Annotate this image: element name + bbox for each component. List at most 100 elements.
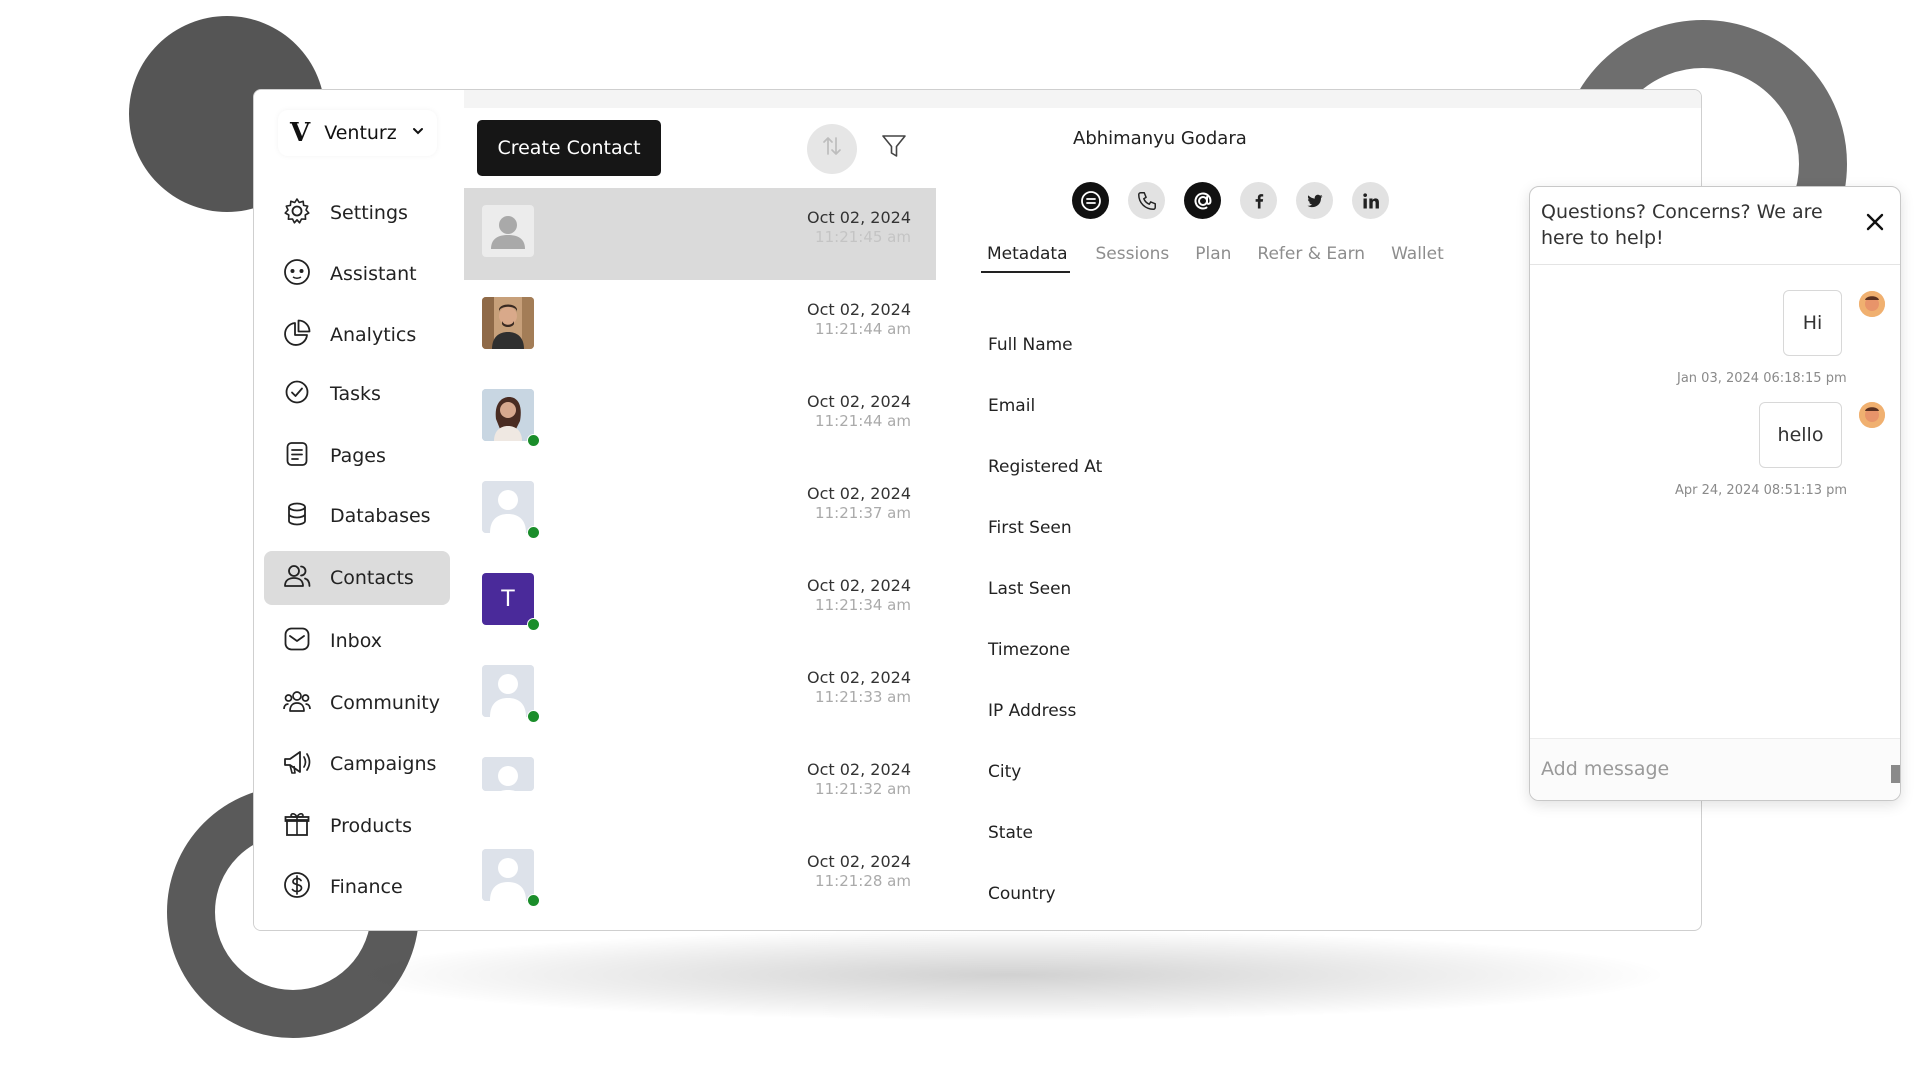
- contact-row[interactable]: Oct 02, 2024 11:21:33 am: [464, 648, 936, 740]
- contact-row[interactable]: T Oct 02, 2024 11:21:34 am: [464, 556, 936, 648]
- contact-date: Oct 02, 2024: [807, 392, 911, 411]
- linkedin-icon[interactable]: [1352, 182, 1389, 219]
- sidebar-item-tasks[interactable]: Tasks: [264, 367, 450, 421]
- megaphone-icon: [282, 747, 312, 782]
- field-label: City: [988, 762, 1022, 782]
- chat-title: Questions? Concerns? We are here to help…: [1541, 201, 1823, 249]
- online-status-dot: [527, 526, 540, 539]
- tab-metadata[interactable]: Metadata: [981, 244, 1070, 273]
- message-timestamp: Apr 24, 2024 08:51:13 pm: [1675, 483, 1848, 498]
- filter-button[interactable]: [876, 130, 912, 166]
- sidebar-item-campaigns[interactable]: Campaigns: [264, 737, 450, 791]
- sidebar: V Venturz Settings Assistant Analytics T…: [254, 90, 462, 930]
- message-input[interactable]: Add message: [1530, 738, 1900, 800]
- field-label: Timezone: [988, 640, 1071, 660]
- chat-message: Hi: [1783, 290, 1842, 356]
- sidebar-item-label: Contacts: [330, 567, 414, 589]
- tab-wallet[interactable]: Wallet: [1391, 244, 1444, 273]
- inbox-icon: [282, 624, 312, 659]
- sidebar-item-assistant[interactable]: Assistant: [264, 247, 450, 301]
- window-shadow: [360, 930, 1660, 1020]
- tab-refer-earn[interactable]: Refer & Earn: [1257, 244, 1365, 273]
- chat-header: Questions? Concerns? We are here to help…: [1530, 187, 1900, 265]
- sidebar-item-label: Community: [330, 692, 440, 714]
- close-icon[interactable]: [1862, 209, 1888, 235]
- sidebar-item-finance[interactable]: Finance: [264, 860, 450, 914]
- avatar: [482, 665, 540, 723]
- avatar: [482, 297, 534, 349]
- sidebar-item-analytics[interactable]: Analytics: [264, 308, 450, 362]
- contact-row[interactable]: Oct 02, 2024 11:21:28 am: [464, 832, 936, 924]
- sidebar-item-inbox[interactable]: Inbox: [264, 614, 450, 668]
- contact-detail-panel: Abhimanyu Godara Metadata Sessions Plan …: [954, 108, 1474, 930]
- contact-date: Oct 02, 2024: [807, 852, 911, 871]
- contact-time: 11:21:37 am: [815, 504, 911, 522]
- gear-icon: [282, 196, 312, 231]
- create-contact-button[interactable]: Create Contact: [477, 120, 661, 176]
- at-icon[interactable]: [1184, 182, 1221, 219]
- detail-tabs: Metadata Sessions Plan Refer & Earn Wall…: [981, 244, 1444, 273]
- window-top-strip: [464, 90, 1701, 108]
- field-label: Last Seen: [988, 579, 1072, 599]
- support-chat-widget: Questions? Concerns? We are here to help…: [1529, 186, 1901, 801]
- sidebar-item-contacts[interactable]: Contacts: [264, 551, 450, 605]
- chat-message: hello: [1759, 402, 1842, 468]
- message-timestamp: Jan 03, 2024 06:18:15 pm: [1677, 371, 1847, 386]
- sidebar-item-community[interactable]: Community: [264, 676, 450, 730]
- pie-chart-icon: [282, 318, 312, 353]
- sidebar-item-databases[interactable]: Databases: [264, 489, 450, 543]
- avatar: T: [482, 573, 540, 631]
- field-label: IP Address: [988, 701, 1077, 721]
- phone-icon[interactable]: [1128, 182, 1165, 219]
- contact-row[interactable]: Oct 02, 2024 11:21:37 am: [464, 464, 936, 556]
- contact-row[interactable]: Oct 02, 2024 11:21:44 am: [464, 280, 936, 372]
- contact-time: 11:21:45 am: [815, 228, 911, 246]
- page-icon: [282, 439, 312, 474]
- sidebar-item-settings[interactable]: Settings: [264, 186, 450, 240]
- sidebar-item-label: Campaigns: [330, 753, 437, 775]
- facebook-icon[interactable]: [1240, 182, 1277, 219]
- sidebar-item-pages[interactable]: Pages: [264, 429, 450, 483]
- field-label: Registered At: [988, 457, 1103, 477]
- scrollbar[interactable]: [1891, 745, 1900, 795]
- contact-date: Oct 02, 2024: [807, 484, 911, 503]
- avatar: [482, 389, 540, 447]
- sidebar-item-label: Products: [330, 815, 413, 837]
- user-avatar: [1859, 402, 1885, 428]
- contact-time: 11:21:34 am: [815, 596, 911, 614]
- online-status-dot: [527, 618, 540, 631]
- brand-logo: V: [290, 118, 311, 148]
- online-status-dot: [527, 434, 540, 447]
- contact-name: Abhimanyu Godara: [1073, 128, 1247, 149]
- contact-time: 11:21:44 am: [815, 320, 911, 338]
- sidebar-item-label: Pages: [330, 445, 386, 467]
- field-label: State: [988, 823, 1033, 843]
- contact-date: Oct 02, 2024: [807, 760, 911, 779]
- contact-row[interactable]: Oct 02, 2024 11:21:32 am: [464, 740, 936, 832]
- sidebar-item-label: Databases: [330, 505, 431, 527]
- twitter-icon[interactable]: [1296, 182, 1333, 219]
- sidebar-item-label: Inbox: [330, 630, 382, 652]
- gift-icon: [282, 809, 312, 844]
- contact-row[interactable]: Oct 02, 2024 11:21:45 am: [464, 188, 936, 280]
- dollar-circle-icon: [282, 870, 312, 905]
- tab-plan[interactable]: Plan: [1195, 244, 1231, 273]
- sidebar-item-label: Analytics: [330, 324, 417, 346]
- assistant-face-icon: [282, 257, 312, 292]
- contact-date: Oct 02, 2024: [807, 576, 911, 595]
- tab-sessions[interactable]: Sessions: [1096, 244, 1170, 273]
- sort-button[interactable]: [807, 124, 857, 174]
- contact-row[interactable]: Oct 02, 2024 11:21:44 am: [464, 372, 936, 464]
- check-circle-icon: [282, 377, 312, 412]
- contact-list-toolbar: Create Contact: [464, 108, 936, 180]
- field-label: First Seen: [988, 518, 1072, 538]
- community-icon: [282, 686, 312, 721]
- contact-time: 11:21:33 am: [815, 688, 911, 706]
- chat-icon[interactable]: [1072, 182, 1109, 219]
- sidebar-item-products[interactable]: Products: [264, 799, 450, 853]
- scrollbar-thumb[interactable]: [1891, 765, 1900, 783]
- sidebar-item-label: Assistant: [330, 263, 417, 285]
- contact-time: 11:21:28 am: [815, 872, 911, 890]
- workspace-switcher[interactable]: V Venturz: [278, 110, 437, 156]
- online-status-dot: [527, 710, 540, 723]
